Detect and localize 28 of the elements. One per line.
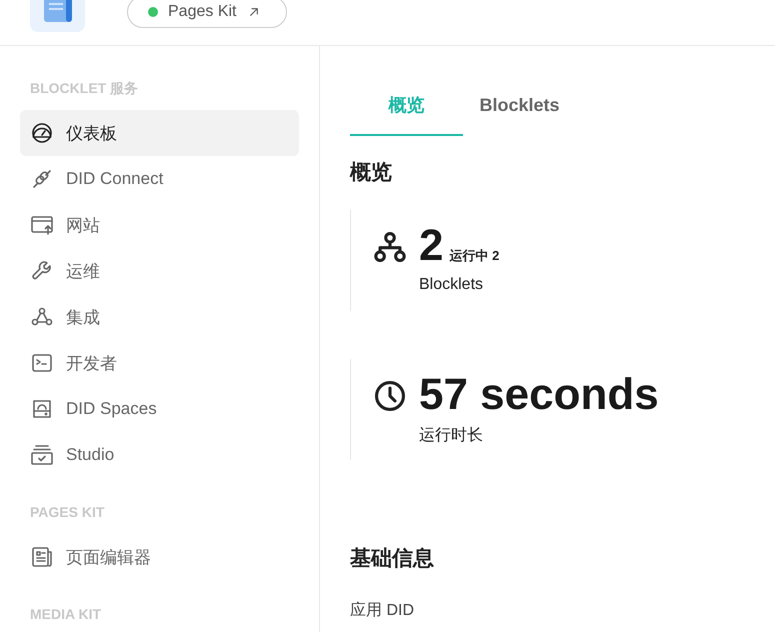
drive-icon [30,397,54,421]
sidebar-item[interactable]: 网站 [20,202,299,248]
sidebar-item[interactable]: 开发者 [20,340,299,386]
field-label: 应用 DID [350,602,414,619]
tab[interactable]: Blocklets [463,84,576,136]
stat-label: 运行时长 [419,426,484,446]
stat-note: 运行中 2 [449,247,500,265]
sidebar-item[interactable]: DID Connect [20,156,299,202]
stat-value: 2 [419,222,444,270]
gauge-icon [30,121,54,145]
section-title: 基础信息 [350,546,434,572]
document-icon [30,545,54,569]
sidebar-item[interactable]: 仪表板 [20,110,299,156]
sidebar-item[interactable]: 集成 [20,294,299,340]
browser-upload-icon [30,213,54,237]
stat-label: Blocklets [419,276,484,294]
clock-icon [373,379,407,413]
sidebar-item[interactable]: Studio [20,432,299,478]
stat-value: 57 seconds [419,371,659,419]
checklist-icon [30,443,54,467]
app-logo-icon [30,0,85,32]
hierarchy-icon [373,230,407,264]
sidebar-item[interactable]: 页面编辑器 [20,534,299,580]
section-title: 概览 [350,160,392,186]
app-link-button[interactable]: Pages Kit [127,0,288,28]
sidebar-item[interactable]: DID Spaces [20,386,299,432]
sidebar-item[interactable]: 运维 [20,248,299,294]
terminal-icon [30,351,54,375]
